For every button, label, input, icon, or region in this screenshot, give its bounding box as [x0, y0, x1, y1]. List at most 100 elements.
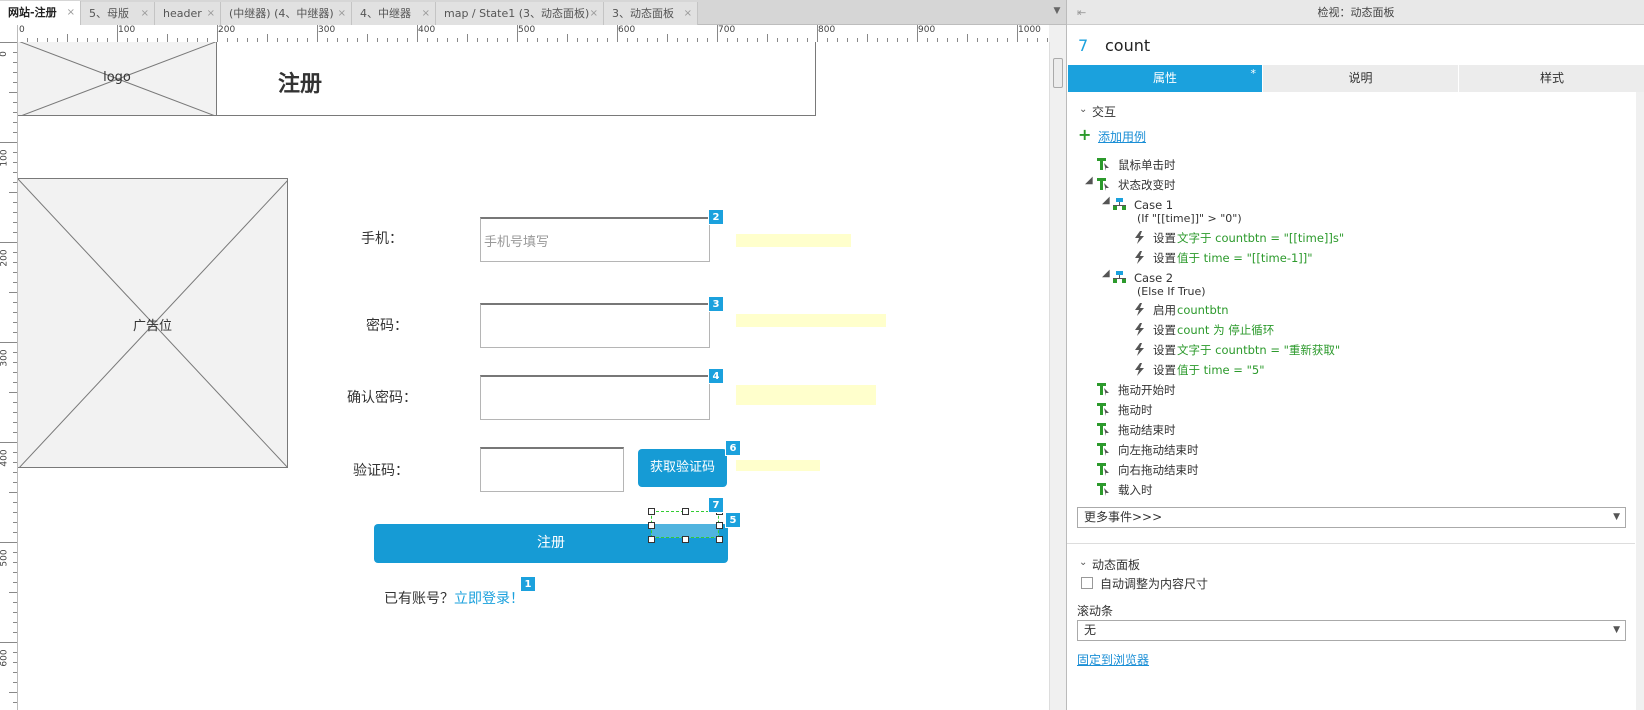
widget-name-field[interactable]: count [1105, 36, 1150, 55]
footnote-marker[interactable]: 1 [520, 576, 536, 592]
footnote-marker[interactable]: 4 [708, 368, 724, 384]
tab-map-state1[interactable]: map / State1 (3、动态面板) × [436, 2, 604, 25]
close-icon[interactable]: × [207, 2, 215, 25]
event-icon [1097, 423, 1109, 436]
event-label: 拖动时 [1118, 403, 1153, 417]
resize-handle[interactable] [716, 536, 723, 543]
ruler-number: 400 [0, 449, 10, 467]
tab-label: 4、中继器 [360, 7, 411, 20]
document-tab-bar: 网站-注册 × 5、母版 × header × (中继器) (4、中继器) × 4、中继… [0, 0, 1066, 26]
tab-overflow-icon[interactable]: ▼ [1048, 6, 1066, 20]
ruler-number: 500 [518, 25, 536, 35]
case-1-condition: (If "[[time]]" > "0") [1137, 212, 1242, 225]
count-panel-selection[interactable] [651, 511, 719, 538]
tab-website-register[interactable]: 网站-注册 × [0, 1, 81, 26]
resize-handle[interactable] [648, 522, 655, 529]
confirm-password-input[interactable] [480, 375, 710, 420]
close-icon[interactable]: × [684, 2, 692, 25]
ruler-number: 100 [0, 149, 10, 167]
event-icon [1097, 383, 1109, 396]
code-input[interactable] [480, 447, 624, 492]
add-case-link[interactable]: 添加用例 [1098, 128, 1146, 145]
lightning-icon [1135, 231, 1144, 244]
lightning-icon [1135, 251, 1144, 264]
action-verb: 启用 [1153, 303, 1176, 317]
collapse-triangle-icon[interactable]: ◢ [1102, 268, 1110, 279]
close-icon[interactable]: × [141, 2, 149, 25]
footnote-marker[interactable]: 5 [725, 512, 741, 528]
event-label: 向右拖动结束时 [1118, 463, 1199, 477]
ruler-number: 1000 [1018, 25, 1041, 35]
close-icon[interactable]: × [590, 2, 598, 25]
ruler-number: 600 [0, 649, 10, 667]
lightning-icon [1135, 303, 1144, 316]
tab-style[interactable]: 样式 [1458, 65, 1644, 92]
scrollbar-thumb[interactable] [1053, 58, 1063, 88]
phone-input[interactable]: 手机号填写 [480, 217, 710, 262]
ruler-number: 700 [718, 25, 736, 35]
tab-repeater[interactable]: 4、中继器 × [352, 2, 436, 25]
tab-master[interactable]: 5、母版 × [81, 2, 155, 25]
login-line: 已有账号？立即登录！ [384, 588, 524, 608]
case-icon [1113, 198, 1126, 210]
password-label: 密码： [366, 318, 408, 334]
resize-handle[interactable] [648, 536, 655, 543]
close-icon[interactable]: × [338, 2, 346, 25]
event-icon [1097, 403, 1109, 416]
select-value: 更多事件>>> [1084, 510, 1163, 524]
tab-label: map / State1 (3、动态面板) [444, 7, 590, 20]
lightning-icon [1135, 323, 1144, 336]
lightning-icon [1135, 363, 1144, 376]
action-verb: 设置 [1153, 323, 1176, 337]
inspector-scrollbar[interactable] [1636, 92, 1644, 710]
tab-dynamic-panel[interactable]: 3、动态面板 × [604, 2, 698, 25]
canvas-scrollbar[interactable] [1049, 42, 1066, 710]
ad-placeholder[interactable]: 广告位 [18, 178, 288, 468]
action-detail: count 为 停止循环 [1177, 323, 1275, 337]
ruler-number: 0 [0, 51, 9, 57]
pin-to-browser-link[interactable]: 固定到浏览器 [1077, 651, 1149, 668]
chevron-down-icon[interactable]: ⌄ [1079, 104, 1087, 115]
action-verb: 设置 [1153, 363, 1176, 377]
resize-handle[interactable] [682, 536, 689, 543]
action-detail: countbtn [1177, 303, 1229, 317]
footnote-marker[interactable]: 7 [708, 497, 724, 513]
ruler-number: 400 [418, 25, 436, 35]
tab-notes[interactable]: 说明 [1262, 65, 1458, 92]
plus-icon[interactable]: + [1078, 127, 1091, 143]
more-events-select[interactable]: 更多事件>>> ▼ [1077, 507, 1626, 528]
password-input[interactable] [480, 303, 710, 348]
dynamic-panel-section-title: 动态面板 [1092, 558, 1141, 572]
design-canvas[interactable]: logo 注册 广告位 手机： 密码： 确认密码： 验证码： 手机号填写 获取验… [18, 42, 1049, 710]
auto-fit-checkbox[interactable] [1081, 577, 1093, 589]
tab-repeater-inner[interactable]: (中继器) (4、中继器) × [221, 2, 352, 25]
ad-label: 广告位 [132, 319, 172, 334]
logo-placeholder[interactable]: logo [18, 42, 217, 116]
footnote-marker[interactable]: 3 [708, 296, 724, 312]
ruler-number: 300 [0, 349, 10, 367]
login-link[interactable]: 立即登录！ [454, 591, 524, 607]
close-icon[interactable]: × [67, 1, 75, 24]
tab-properties[interactable]: 属性 * [1067, 65, 1262, 92]
collapse-triangle-icon[interactable]: ◢ [1085, 175, 1093, 186]
inspector-panel: 检视：动态面板 ⇤ 7 count 属性 * 说明 样式 ⌄ 交互 + 添加用例… [1066, 0, 1644, 710]
ruler-number: 200 [0, 249, 10, 267]
tab-header[interactable]: header × [155, 2, 221, 25]
event-label: 鼠标单击时 [1118, 158, 1176, 172]
footnote-marker[interactable]: 2 [708, 209, 724, 225]
tab-label: header [163, 7, 202, 20]
chevron-down-icon[interactable]: ⌄ [1079, 557, 1087, 568]
code-hint [736, 460, 820, 471]
pin-icon[interactable]: ⇤ [1077, 0, 1086, 25]
footnote-marker[interactable]: 6 [725, 440, 741, 456]
scrollbar-select[interactable]: 无 ▼ [1077, 620, 1626, 641]
resize-handle[interactable] [648, 508, 655, 515]
tab-label: 网站-注册 [8, 6, 57, 19]
get-code-button[interactable]: 获取验证码 [638, 449, 727, 487]
close-icon[interactable]: × [422, 2, 430, 25]
resize-handle[interactable] [716, 522, 723, 529]
ruler-number: 500 [0, 549, 10, 567]
collapse-triangle-icon[interactable]: ◢ [1102, 195, 1110, 206]
resize-handle[interactable] [682, 508, 689, 515]
action-detail: 文字于 countbtn = "重新获取" [1177, 343, 1341, 357]
